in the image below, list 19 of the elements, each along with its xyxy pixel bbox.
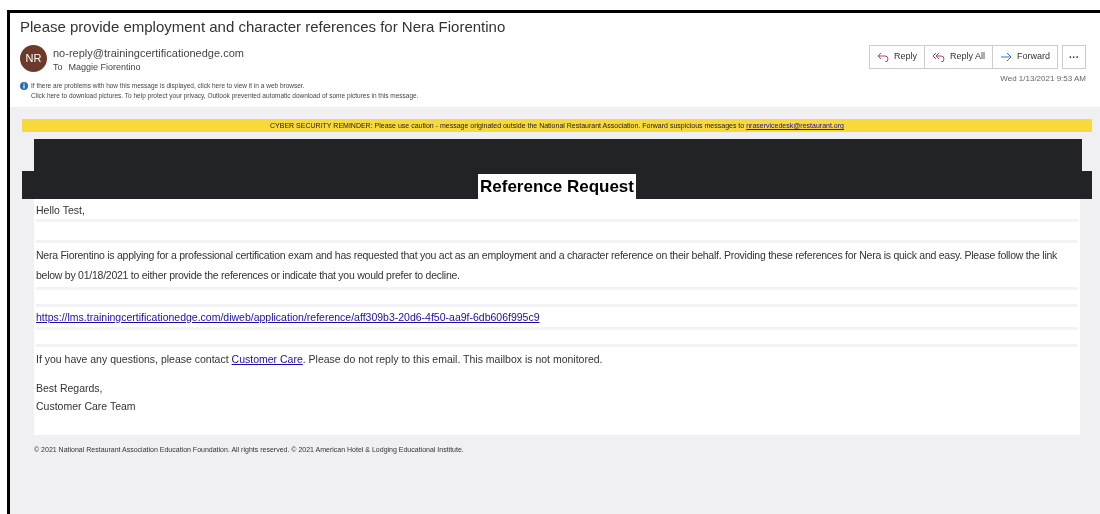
reference-heading: Reference Request [478,174,636,199]
body-paragraph: Nera Fiorentino is applying for a professional certification exam and has requested that you act as an employment and a character reference on their behalf. Providing these references for Nera is quick and easy. Please follow the link below by 01/18/2021 to either provide the references or indicate that you would prefer to decline. [36,248,1059,283]
signature-text: Customer Care Team [36,399,137,414]
reply-all-icon [931,52,945,62]
reference-link[interactable]: https://lms.trainingcertificationedge.com/diweb/application/reference/aff309b3-20d6-4f50-aa9f-6db606f995c9 [36,309,1078,325]
email-date: Wed 1/13/2021 9:53 AM [1000,73,1086,85]
customer-care-link[interactable]: Customer Care [231,353,303,365]
more-button[interactable]: ··· [1062,45,1086,69]
greeting-text: Hello Test, [36,203,86,217]
sender-address: no-reply@trainingcertificationedge.com [53,46,245,61]
closing-text: Best Regards, [36,381,104,396]
reply-icon [876,52,889,62]
recipient-name: Maggie Fiorentino [68,61,141,73]
forward-arrow-icon [1000,52,1012,62]
info-icon [20,82,28,90]
to-label: To [53,61,63,73]
email-subject: Please provide employment and character references for Nera Fiorentino [20,17,507,37]
contact-text: If you have any questions, please contact Customer Care. Please do not reply to this email. This mailbox is not monitored. [36,352,604,367]
sender-avatar: NR [20,45,47,72]
